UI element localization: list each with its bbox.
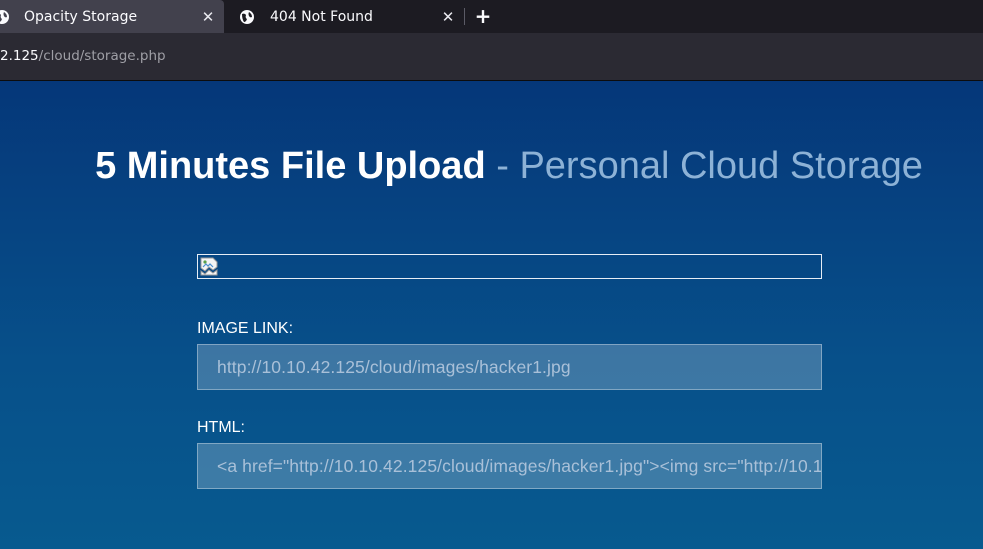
url-path: /cloud/storage.php — [38, 48, 166, 64]
image-link-value: http://10.10.42.125/cloud/images/hacker1… — [217, 356, 571, 377]
address-bar[interactable]: 2.125/cloud/storage.php — [0, 48, 166, 64]
tab-separator — [464, 8, 465, 25]
image-link-field[interactable]: http://10.10.42.125/cloud/images/hacker1… — [197, 344, 822, 390]
globe-icon — [0, 9, 9, 24]
page-title: 5 Minutes File Upload - Personal Cloud S… — [0, 145, 983, 188]
tab-opacity-storage[interactable]: Opacity Storage ✕ — [0, 0, 224, 33]
page-title-main: 5 Minutes File Upload — [95, 145, 486, 187]
close-tab-icon[interactable]: ✕ — [198, 7, 218, 27]
html-code-value: <a href="http://10.10.42.125/cloud/image… — [217, 455, 822, 476]
tab-title: Opacity Storage — [24, 8, 138, 25]
tab-title: 404 Not Found — [270, 8, 373, 25]
html-code-field[interactable]: <a href="http://10.10.42.125/cloud/image… — [197, 443, 822, 489]
tab-404-not-found[interactable]: 404 Not Found ✕ — [231, 0, 464, 33]
new-tab-button[interactable]: + — [471, 4, 495, 28]
url-host: 2.125 — [0, 48, 39, 64]
page-title-subtitle: - Personal Cloud Storage — [496, 145, 923, 187]
image-link-label: IMAGE LINK: — [197, 320, 294, 337]
globe-icon — [240, 9, 254, 24]
broken-image-icon — [200, 257, 218, 276]
image-preview — [197, 254, 822, 279]
close-tab-icon[interactable]: ✕ — [438, 7, 458, 27]
html-label: HTML: — [197, 419, 245, 436]
page-content: 5 Minutes File Upload - Personal Cloud S… — [0, 81, 983, 549]
navigation-bar: 2.125/cloud/storage.php — [0, 33, 983, 81]
tab-bar: Opacity Storage ✕ 404 Not Found ✕ + — [0, 0, 983, 33]
